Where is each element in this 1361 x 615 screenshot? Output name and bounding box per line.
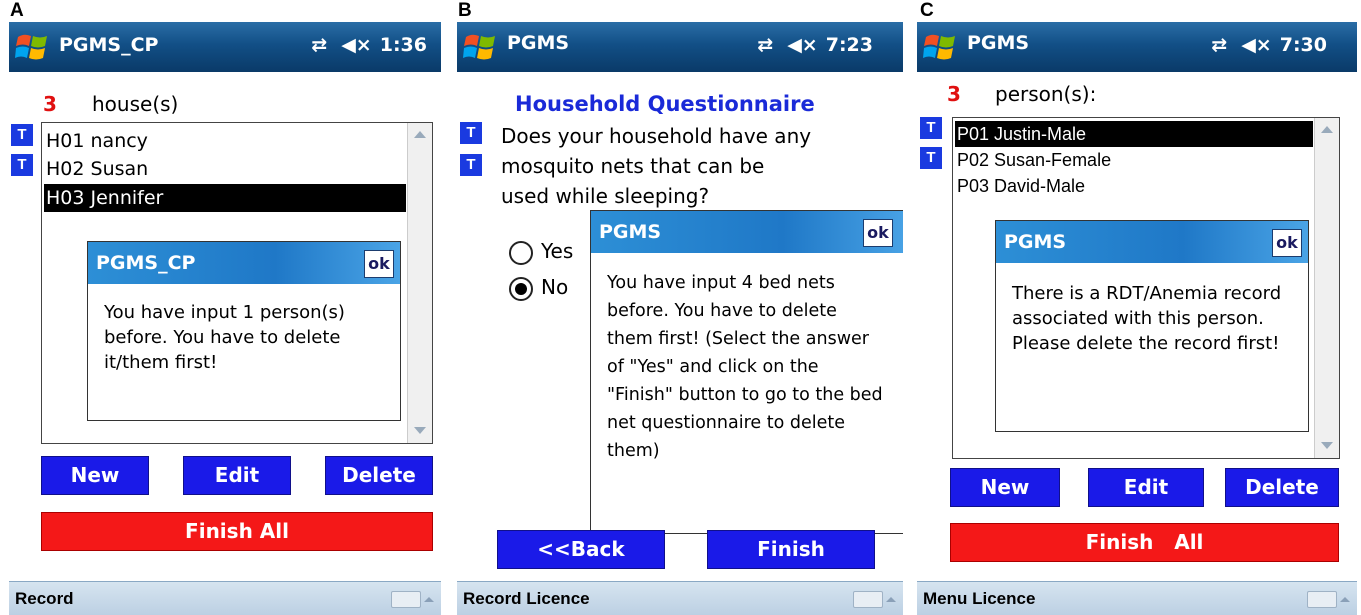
- dialog-header: PGMS ok: [591, 211, 903, 253]
- window-title: PGMS_CP: [59, 34, 159, 56]
- list-item-selected[interactable]: P01 Justin-Male: [955, 121, 1313, 147]
- text-badge-icon[interactable]: T: [920, 147, 942, 169]
- speaker-muted-icon[interactable]: ◀×: [1241, 34, 1272, 56]
- menu-bar: Menu Licence: [917, 581, 1357, 615]
- dialog-message: You have input 4 bed nets before. You ha…: [607, 273, 883, 461]
- menu-record-licence[interactable]: Record Licence: [463, 589, 590, 609]
- dialog-header: PGMS ok: [996, 221, 1308, 263]
- question-line: mosquito nets that can be: [501, 154, 765, 178]
- new-button[interactable]: New: [950, 468, 1060, 507]
- alert-dialog: PGMS_CP ok You have input 1 person(s) be…: [87, 241, 401, 421]
- panel-label-a: A: [10, 0, 24, 21]
- phone-screen-a: PGMS_CP ⇄ ◀× 1:36 3 house(s) T T H01 nancy…: [9, 22, 441, 615]
- windows-logo-icon[interactable]: [923, 31, 957, 63]
- ok-button[interactable]: ok: [1272, 229, 1302, 257]
- speaker-muted-icon[interactable]: ◀×: [341, 34, 372, 56]
- edit-button[interactable]: Edit: [1088, 468, 1204, 507]
- sync-arrows-icon[interactable]: ⇄: [311, 34, 327, 56]
- count-label: house(s): [92, 92, 179, 116]
- sync-arrows-icon[interactable]: ⇄: [757, 34, 773, 56]
- keyboard-icon[interactable]: [853, 591, 896, 608]
- menu-bar: Record Licence: [457, 581, 903, 615]
- scroll-down-icon[interactable]: [1315, 434, 1339, 458]
- speaker-muted-icon[interactable]: ◀×: [787, 34, 818, 56]
- questionnaire-heading: Household Questionnaire: [515, 92, 815, 116]
- radio-no-label: No: [541, 275, 569, 299]
- dialog-header: PGMS_CP ok: [88, 242, 400, 284]
- radio-yes[interactable]: [509, 241, 533, 265]
- title-bar: PGMS ⇄ ◀× 7:30: [917, 22, 1357, 72]
- scrollbar[interactable]: [1314, 118, 1339, 458]
- new-button[interactable]: New: [41, 456, 149, 495]
- text-badge-icon[interactable]: T: [460, 122, 482, 144]
- clock[interactable]: 7:23: [826, 34, 873, 56]
- clock[interactable]: 1:36: [380, 34, 427, 56]
- ok-button[interactable]: ok: [364, 250, 394, 278]
- title-bar: PGMS_CP ⇄ ◀× 1:36: [9, 22, 441, 72]
- text-badge-icon[interactable]: T: [460, 154, 482, 176]
- title-bar: PGMS ⇄ ◀× 7:23: [457, 22, 903, 72]
- ok-button[interactable]: ok: [863, 219, 893, 247]
- finish-all-button[interactable]: Finish All: [41, 512, 433, 551]
- scrollbar[interactable]: [407, 123, 432, 443]
- dialog-title: PGMS: [599, 221, 662, 243]
- panel-label-b: B: [458, 0, 472, 21]
- finish-all-button[interactable]: Finish All: [950, 523, 1339, 562]
- windows-logo-icon[interactable]: [15, 31, 49, 63]
- scroll-up-icon[interactable]: [1315, 118, 1339, 142]
- dialog-title: PGMS: [1004, 231, 1067, 253]
- finish-button[interactable]: Finish: [707, 530, 875, 569]
- question-line: used while sleeping?: [501, 184, 710, 208]
- radio-yes-label: Yes: [541, 239, 574, 263]
- count-label: person(s):: [995, 82, 1097, 106]
- text-badge-icon[interactable]: T: [11, 124, 33, 146]
- record-count: 3: [43, 92, 57, 116]
- status-tray: ⇄ ◀× 7:30: [1211, 34, 1327, 56]
- phone-screen-c: PGMS ⇄ ◀× 7:30 3 person(s): T T P01 Justin…: [917, 22, 1357, 615]
- text-badge-icon[interactable]: T: [920, 117, 942, 139]
- keyboard-icon[interactable]: [1307, 591, 1350, 608]
- status-tray: ⇄ ◀× 7:23: [757, 34, 873, 56]
- text-badge-icon[interactable]: T: [11, 154, 33, 176]
- back-button[interactable]: <<Back: [497, 530, 665, 569]
- scroll-down-icon[interactable]: [408, 419, 432, 443]
- dialog-message: You have input 1 person(s) before. You h…: [104, 302, 345, 373]
- phone-screen-b: PGMS ⇄ ◀× 7:23 Household Questionnaire T T…: [457, 22, 903, 615]
- alert-dialog: PGMS ok You have input 4 bed nets before…: [590, 210, 903, 534]
- list-item[interactable]: H01 nancy: [44, 127, 148, 155]
- delete-button[interactable]: Delete: [1225, 468, 1339, 507]
- scroll-up-icon[interactable]: [408, 123, 432, 147]
- dialog-title: PGMS_CP: [96, 252, 196, 274]
- edit-button[interactable]: Edit: [183, 456, 291, 495]
- menu-record[interactable]: Record: [15, 589, 74, 609]
- question-line: Does your household have any: [501, 124, 812, 148]
- windows-logo-icon[interactable]: [463, 31, 497, 63]
- record-count: 3: [947, 82, 961, 106]
- keyboard-icon[interactable]: [391, 591, 434, 608]
- alert-dialog: PGMS ok There is a RDT/Anemia record ass…: [995, 220, 1309, 432]
- panel-label-c: C: [920, 0, 934, 21]
- menu-menu-licence[interactable]: Menu Licence: [923, 589, 1035, 609]
- window-title: PGMS: [507, 32, 570, 54]
- menu-bar: Record: [9, 581, 441, 615]
- sync-arrows-icon[interactable]: ⇄: [1211, 34, 1227, 56]
- radio-no[interactable]: [509, 277, 533, 301]
- list-item[interactable]: P03 David-Male: [955, 173, 1085, 199]
- status-tray: ⇄ ◀× 1:36: [311, 34, 427, 56]
- delete-button[interactable]: Delete: [325, 456, 433, 495]
- clock[interactable]: 7:30: [1280, 34, 1327, 56]
- list-item[interactable]: P02 Susan-Female: [955, 147, 1111, 173]
- list-item-selected[interactable]: H03 Jennifer: [44, 184, 406, 212]
- dialog-message: There is a RDT/Anemia record associated …: [1012, 283, 1282, 354]
- list-item[interactable]: H02 Susan: [44, 155, 148, 183]
- window-title: PGMS: [967, 32, 1030, 54]
